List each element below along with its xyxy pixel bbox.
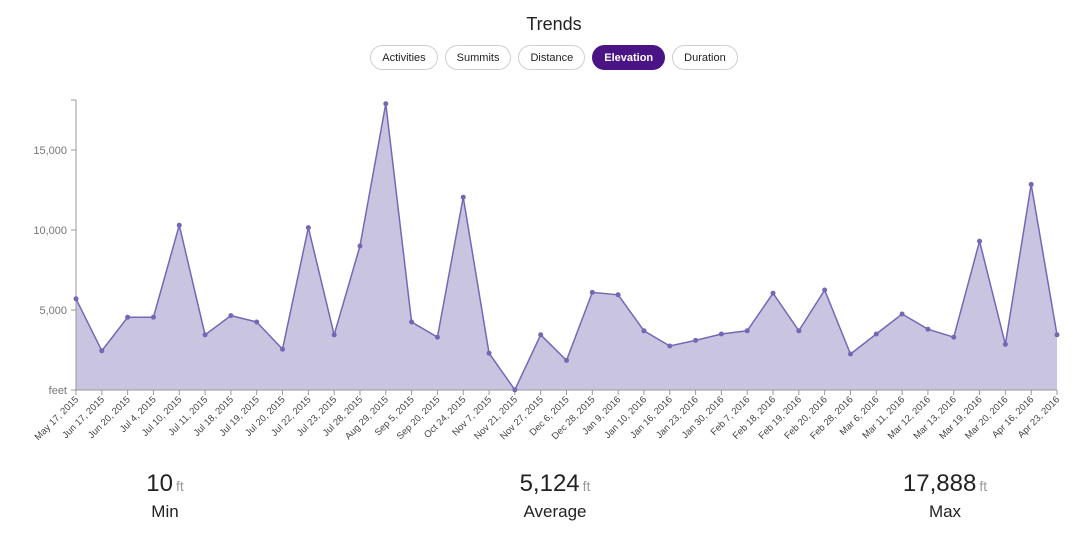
data-point [228,313,234,319]
stat-min-label: Min [151,502,179,521]
data-point [512,387,518,393]
stat-min-unit: ft [175,478,184,494]
stat-average-label: Average [523,502,587,521]
stat-min: 10 ft Min [65,470,265,522]
elevation-area [76,103,1057,391]
data-point [254,319,260,325]
data-point [357,243,363,249]
data-point [486,350,492,356]
data-point [305,225,311,231]
data-point [125,314,131,320]
y-tick-label: 10,000 [33,225,67,237]
data-point [1002,341,1008,347]
data-point [202,332,208,338]
data-point [538,332,544,338]
stat-average: 5,124 ft Average [455,470,655,522]
data-point [589,289,595,295]
data-point [615,292,621,298]
data-point [873,331,879,337]
data-point [409,319,415,325]
data-point [564,357,569,363]
data-point [460,194,466,200]
elevation-chart: feet5,00010,00015,000May 17, 2015Jun 17,… [33,99,1062,443]
data-point [667,343,673,349]
data-point [693,337,699,343]
data-point [718,331,724,337]
data-point [331,332,337,338]
data-point [99,348,105,354]
stat-average-unit: ft [582,478,591,494]
data-point [434,334,440,340]
data-point [977,238,983,244]
data-point [822,287,828,293]
data-point [1028,181,1034,187]
stat-average-value: 5,124 [519,470,580,497]
data-point [641,328,647,334]
data-point [383,101,389,107]
data-point [280,346,286,352]
y-tick-label: 5,000 [39,305,67,317]
stats-row: 10 ft Min 5,124 ft Average 17,888 ft Max [0,470,1084,530]
stat-max-unit: ft [979,478,988,494]
data-point [73,296,79,302]
data-point [150,314,156,320]
data-point [176,222,182,228]
stat-max-value: 17,888 [902,470,977,497]
data-point [925,326,931,332]
data-point [847,351,853,357]
data-point [796,328,802,334]
stat-min-value: 10 [146,470,173,497]
data-point [770,290,776,296]
data-point [744,328,750,334]
data-point [899,311,905,317]
data-point [1054,332,1060,338]
y-tick-label: feet [49,385,67,397]
stat-max-label: Max [928,502,962,521]
y-tick-label: 15,000 [33,145,67,157]
stat-max: 17,888 ft Max [845,470,1045,522]
data-point [951,334,957,340]
